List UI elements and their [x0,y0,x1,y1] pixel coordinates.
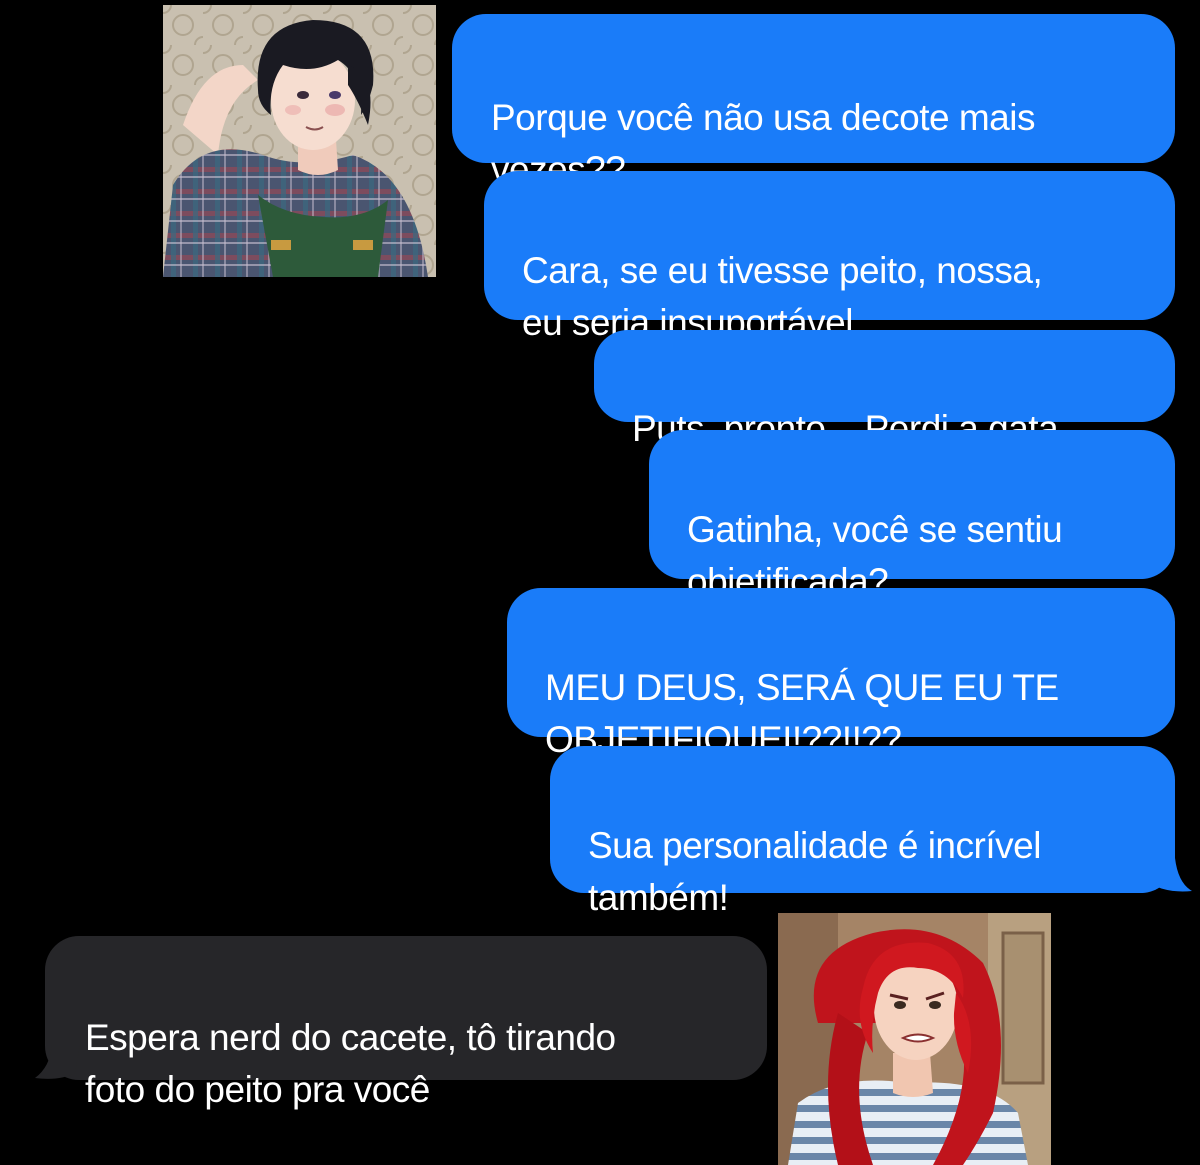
message-bubble-5: MEU DEUS, SERÁ QUE EU TE OBJETIFIQUEI!??… [507,588,1175,760]
receiver-avatar [778,913,1051,1165]
message-bubble-4: Gatinha, você se sentiu objetificada? [649,430,1175,602]
message-text-6: Sua personalidade é incrível também! [588,825,1041,918]
message-bubble-3: Puts, pronto... Perdi a gata [594,330,1175,449]
message-bubble-7: Espera nerd do cacete, tô tirando foto d… [45,936,767,1110]
received-bubble-tail-icon [35,1045,80,1079]
message-bubble-6: Sua personalidade é incrível também! [550,746,1175,918]
message-text-7: Espera nerd do cacete, tô tirando foto d… [85,1017,616,1110]
message-bubble-1: Porque você não usa decote mais vezes?? [452,14,1175,190]
message-bubble-2: Cara, se eu tivesse peito, nossa, eu ser… [484,171,1175,343]
sent-bubble-tail-icon [1150,858,1192,892]
boy-plaid-shirt-avatar-icon [163,5,436,277]
sender-avatar [163,5,436,277]
red-haired-girl-avatar-icon [778,913,1051,1165]
